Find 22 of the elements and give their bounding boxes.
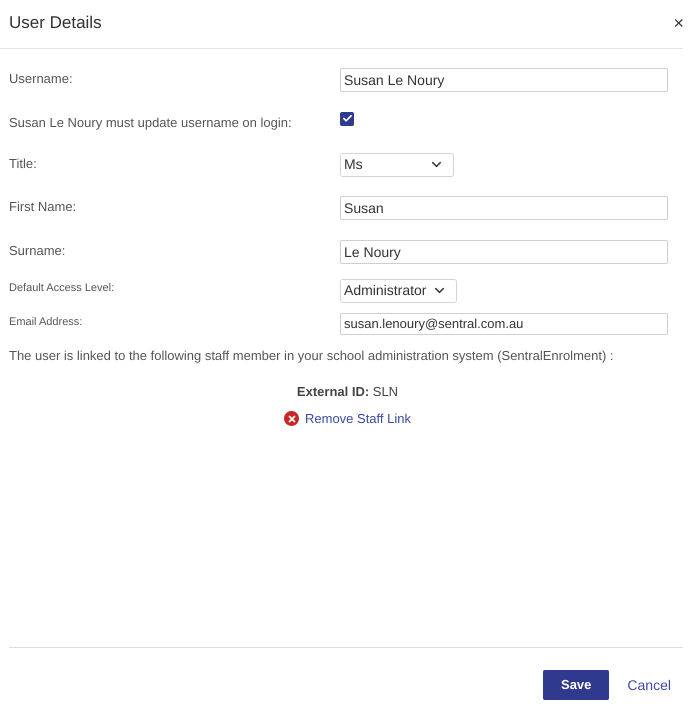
text-input-field[interactable]: Le Noury [340,240,668,264]
external-id: External ID: SLN [296,382,398,400]
field-label: Default Access Level: [9,280,116,296]
select-dropdown[interactable]: Administrator [340,278,458,302]
staff-link-note: The user is linked to the following staff member in your school administration system (SentralEnrolment) : [8,346,615,365]
dialog-title: User Details [9,12,102,34]
text-input-field[interactable]: susan.lenoury@sentral.com.au [340,312,668,334]
field-label: Email Address: [9,314,84,330]
field-label: Susan Le Noury must update username on login: [9,114,293,132]
remove-staff-link[interactable]: Remove Staff Link [305,409,411,428]
close-button[interactable]: × [673,14,684,32]
field-label: Username: [9,70,74,88]
remove-icon [284,411,299,426]
cancel-button[interactable]: Cancel [627,674,671,696]
save-button[interactable]: Save [543,670,610,700]
text-input-field[interactable]: Susan [340,196,668,220]
checkbox[interactable] [340,112,354,126]
text-input-field[interactable]: Susan Le Noury [340,68,668,92]
select-dropdown[interactable]: Ms [340,152,454,176]
field-label: First Name: [9,198,78,216]
field-label: Surname: [9,242,66,260]
field-label: Title: [9,154,38,172]
